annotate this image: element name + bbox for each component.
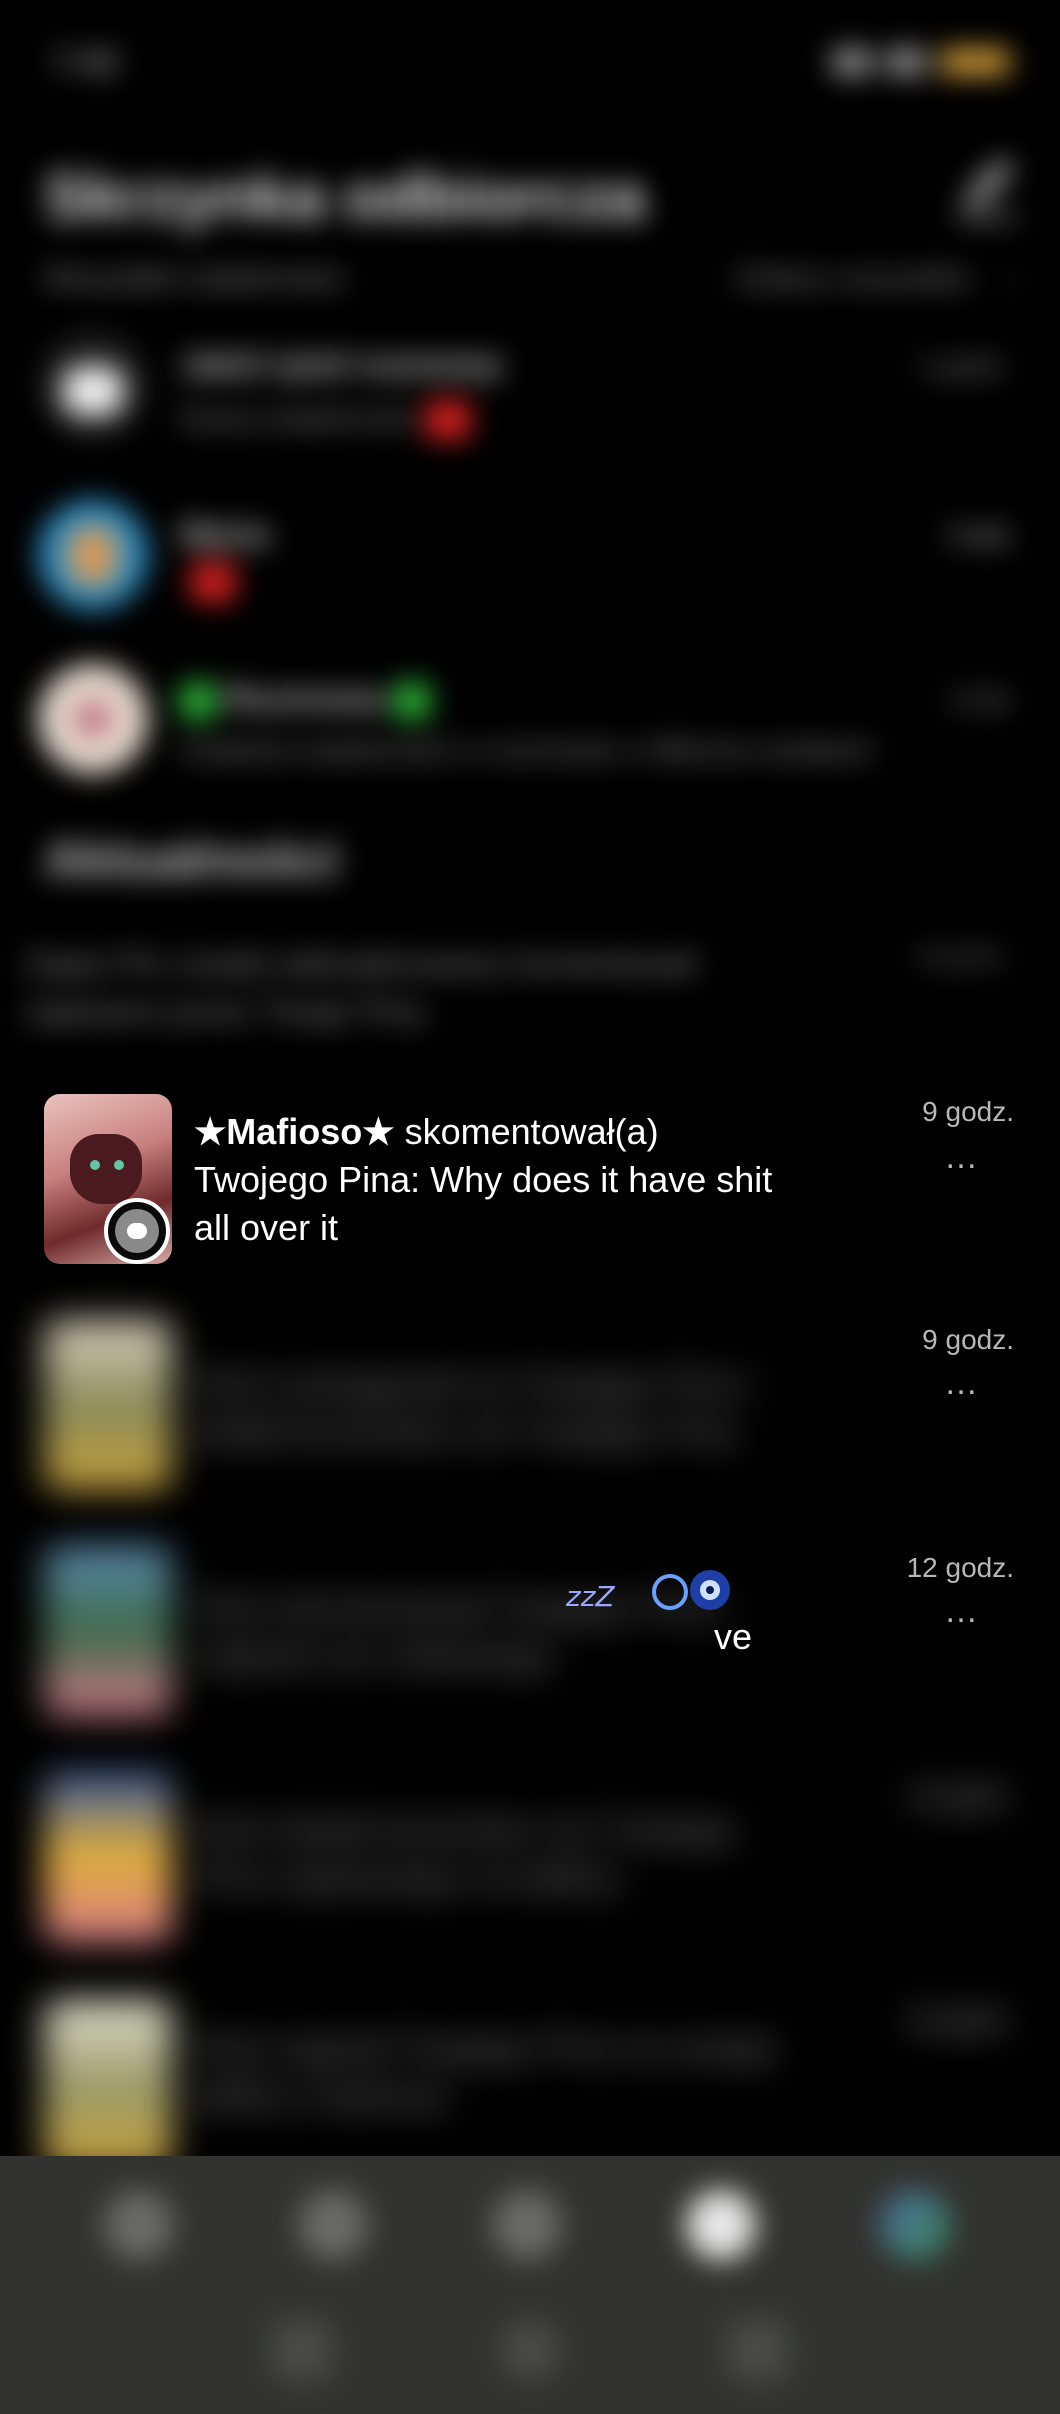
pin-thumbnail[interactable]	[44, 1772, 172, 1942]
add-icon[interactable]	[492, 2190, 562, 2260]
battery-icon	[940, 49, 1010, 75]
update-time: 8 godz.	[918, 940, 1010, 971]
update-time: 13 godz.	[906, 1780, 1014, 1811]
avatar	[38, 500, 148, 610]
update-text: Ktoś dodał komentarz do Twojego Pina zap…	[194, 1809, 736, 1898]
message-time: 5 dni	[949, 520, 1010, 551]
wifi-icon	[886, 49, 926, 75]
profile-avatar-icon[interactable]	[880, 2190, 950, 2260]
message-row[interactable]: Maria 5 dni	[0, 500, 1060, 650]
message-preview: Ostatnia wiadomość w rozmowie z kilkoma …	[180, 734, 872, 767]
sticker-overlay: zzZ	[560, 1560, 800, 1640]
update-text: ★Mafioso★ skomentował(a) Twojego Pina: W…	[194, 1111, 773, 1248]
avatar	[38, 664, 148, 774]
message-time: 2 dni	[949, 684, 1010, 715]
compose-icon[interactable]	[954, 150, 1020, 224]
section-title-updates: Aktualności	[44, 831, 339, 889]
see-all-link[interactable]: Zobacz wszystkie	[735, 262, 970, 296]
chevron-right-icon: ›	[1006, 262, 1016, 295]
message-name: Rozmowa	[180, 680, 430, 720]
back-icon[interactable]	[728, 2320, 788, 2380]
status-icons	[710, 42, 1010, 82]
message-preview: Nowa wiadomość	[180, 400, 472, 440]
update-time: 9 godz.	[922, 1096, 1014, 1127]
search-icon[interactable]	[298, 2190, 368, 2260]
notification-icon	[832, 49, 872, 75]
more-options-icon[interactable]: …	[944, 1138, 980, 1177]
update-time: 12 godz.	[906, 1552, 1014, 1583]
pin-thumbnail[interactable]	[44, 2000, 172, 2170]
inbox-icon[interactable]	[686, 2190, 756, 2260]
system-home-icon[interactable]	[500, 2320, 560, 2380]
pin-thumbnail[interactable]	[44, 1320, 172, 1490]
update-time: 9 godz.	[922, 1324, 1014, 1355]
page-title: Skrzynka odbiorcza	[44, 161, 646, 233]
recents-icon[interactable]	[272, 2320, 332, 2380]
update-text: Ktoś zareagował na Twojego Pina i dodał …	[194, 1363, 754, 1452]
more-options-icon[interactable]: …	[944, 1364, 980, 1403]
message-row[interactable]: Rozmowa Ostatnia wiadomość w rozmowie z …	[0, 664, 1060, 814]
filter-all-messages[interactable]: Wszystkie wiadomości	[44, 262, 344, 296]
update-text: Ktoś zapisał Twojego Pina na swojej tabl…	[194, 2027, 774, 2116]
message-time: 1 godz.	[918, 350, 1010, 381]
message-name: Maria	[180, 516, 269, 554]
message-preview	[180, 562, 236, 602]
message-name: Jakiś tytuł rozmowy	[180, 346, 504, 384]
message-row[interactable]: Jakiś tytuł rozmowy Nowa wiadomość 1 god…	[0, 330, 1060, 480]
update-text[interactable]: Zapis Pin został zaktualizowany komentow…	[24, 940, 784, 1036]
svg-text:zzZ: zzZ	[565, 1580, 615, 1613]
home-icon[interactable]	[104, 2190, 174, 2260]
comment-badge-icon	[104, 1198, 170, 1264]
avatar	[38, 330, 148, 440]
pin-thumbnail[interactable]	[44, 1546, 172, 1716]
status-time: 7:45	[52, 44, 119, 82]
more-options-icon[interactable]: …	[944, 1592, 980, 1631]
sticker-text: ve	[714, 1616, 753, 1657]
update-time: 16 godz.	[906, 2004, 1014, 2035]
status-bar: 7:45	[0, 0, 1060, 110]
